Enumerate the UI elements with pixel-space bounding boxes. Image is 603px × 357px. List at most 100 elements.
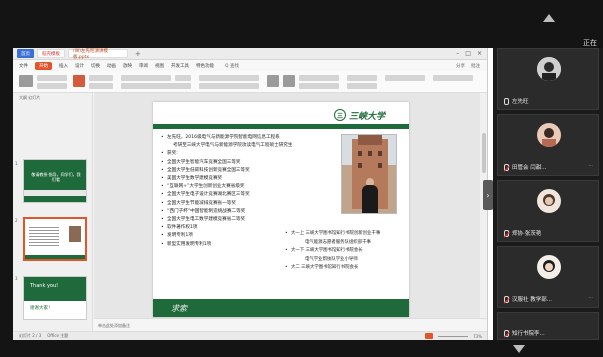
clipboard-tools[interactable] xyxy=(37,75,67,81)
slide-scrollbar[interactable] xyxy=(480,93,487,331)
font-size-select[interactable] xyxy=(175,75,191,81)
slide-canvas: 三 三峡大学 左先旺，2016级电气与新能源学院智能电网信息工程系 考研至三峡大… xyxy=(94,93,487,331)
shapes-icon[interactable] xyxy=(283,75,295,87)
shared-screen: 首页 稻壳模板 (ⅡⅡ)左先旺演讲模板.pptx + – □ × 文件 开始 插… xyxy=(13,48,488,340)
left-gutter xyxy=(0,48,13,340)
speaker-photo[interactable] xyxy=(341,134,397,214)
participant-tile[interactable]: 知行书院李... xyxy=(497,312,599,340)
menu-search[interactable]: Q 查找 xyxy=(225,63,239,69)
font-family-select[interactable] xyxy=(121,75,171,81)
list-item: 电气能源志愿者服务队组织部干事 xyxy=(305,239,371,245)
layout-dropdown[interactable] xyxy=(89,75,113,81)
list-item: 大一下 三峡大学图书馆知行书院会长 xyxy=(285,247,405,256)
participant-tile[interactable]: 郑协·张茨艳 xyxy=(497,180,599,242)
menu-review[interactable]: 审阅 xyxy=(139,63,148,69)
list-item: 获奖: xyxy=(161,150,336,158)
thumb-title: Thank you! xyxy=(30,283,59,289)
arrange-tools[interactable] xyxy=(299,75,339,81)
menu-tools[interactable]: 开发工具 xyxy=(171,63,189,69)
meeting-top-bar xyxy=(0,0,603,48)
footer-motto: 求索 xyxy=(171,304,187,313)
thumb-title: 敬请教授·指导，同学们，我们看 xyxy=(31,172,81,182)
menu-slideshow[interactable]: 放映 xyxy=(123,63,132,69)
share-button[interactable]: 分享 xyxy=(456,63,465,69)
minimize-icon[interactable]: – xyxy=(456,50,459,57)
find-replace[interactable] xyxy=(347,75,377,81)
select-tools[interactable] xyxy=(347,83,377,89)
slide-thumbnail-1[interactable]: 敬请教授·指导，同学们，我们看 xyxy=(23,159,87,203)
reset-button[interactable] xyxy=(89,83,113,89)
extra-tools[interactable] xyxy=(385,75,425,81)
mic-muted-icon xyxy=(504,163,509,171)
thumb-number: 2 xyxy=(15,218,18,223)
university-logo: 三 三峡大学 xyxy=(334,108,396,122)
zoom-level[interactable]: 73% xyxy=(473,334,482,339)
new-slide-icon[interactable] xyxy=(73,75,85,87)
list-item: 美国大学生数学建模竞赛奖 xyxy=(161,175,336,183)
footer-band xyxy=(153,299,409,317)
tab-home[interactable]: 首页 xyxy=(17,49,34,58)
participant-avatar xyxy=(537,57,561,81)
slide-thumbnail-panel: 大纲 幻灯片 1 敬请教授·指导，同学们，我们看 2 3 Thank you! … xyxy=(13,93,93,331)
menu-start[interactable]: 开始 xyxy=(35,61,52,70)
current-slide[interactable]: 三 三峡大学 左先旺，2016级电气与新能源学院智能电网信息工程系 考研至三峡大… xyxy=(153,102,409,317)
comment-button[interactable]: 批注 xyxy=(471,63,480,69)
tab-document[interactable]: (ⅡⅡ)左先旺演讲模板.pptx xyxy=(68,49,128,60)
status-bar: 幻灯片 2 / 3 Office 主题 73% xyxy=(13,331,487,340)
panel-header[interactable]: 大纲 幻灯片 xyxy=(13,93,93,102)
maximize-icon[interactable]: □ xyxy=(465,50,471,57)
list-item: 全国大学生电子设计竞赛湖北赛区三等奖 xyxy=(161,191,336,199)
format-painter[interactable] xyxy=(37,83,67,89)
slide-thumbnail-2[interactable] xyxy=(23,217,87,261)
play-slideshow-icon[interactable] xyxy=(425,333,434,339)
list-item: 全国大学生低碳科技创新竞赛全国三等奖 xyxy=(161,167,336,175)
slide-thumbnail-3[interactable]: Thank you! 谢谢大家！ xyxy=(23,276,87,320)
more-icon[interactable]: ··· xyxy=(588,163,593,169)
alignment-tools[interactable] xyxy=(199,83,259,89)
participant-name: 汉服社 教学部... xyxy=(512,297,552,303)
participant-name: 知行书院李... xyxy=(512,331,545,337)
collapse-panel-handle[interactable]: › xyxy=(483,180,493,210)
scrollbar-thumb[interactable] xyxy=(482,133,486,173)
participant-tile[interactable]: 汉服社 教学部... ··· xyxy=(497,246,599,308)
ribbon-toolbar xyxy=(13,71,487,93)
thumb-number: 1 xyxy=(15,161,18,166)
new-tab-button[interactable]: + xyxy=(131,49,145,58)
participant-tile[interactable]: 左先旺 xyxy=(497,48,599,110)
menu-transition[interactable]: 切换 xyxy=(91,63,100,69)
close-icon[interactable]: × xyxy=(477,50,482,57)
collapse-up-icon[interactable] xyxy=(543,14,555,22)
list-item: 左先旺，2016级电气与新能源学院智能电网信息工程系 xyxy=(161,134,336,142)
mic-muted-icon xyxy=(504,229,509,237)
menu-insert[interactable]: 插入 xyxy=(59,63,68,69)
tab-docer[interactable]: 稻壳模板 xyxy=(37,49,65,58)
participant-name: 左先旺 xyxy=(512,99,529,105)
scroll-down-icon[interactable] xyxy=(513,345,525,353)
menu-file[interactable]: 文件 xyxy=(19,63,28,69)
font-style-tools[interactable] xyxy=(121,83,191,89)
menu-design[interactable]: 设计 xyxy=(75,63,84,69)
list-item: 电气学业帮扶队学业小导师 xyxy=(305,256,358,262)
mic-muted-icon xyxy=(504,329,509,337)
textbox-icon[interactable] xyxy=(267,75,279,87)
list-item: 全国大学生电工数学建模竞赛省二等奖 xyxy=(161,216,336,224)
more-icon[interactable]: ··· xyxy=(588,295,593,301)
menu-view[interactable]: 视图 xyxy=(155,63,164,69)
paste-icon[interactable] xyxy=(19,75,33,87)
list-item: “西门子杯”中国智能制造挑战赛二等奖 xyxy=(161,208,336,216)
positions-list[interactable]: 大一上 三峡大学图书馆知行书院创新创业干事 电气能源志愿者服务队组织部干事 大一… xyxy=(285,230,405,273)
outline-tools[interactable] xyxy=(299,83,339,89)
logo-text: 三峡大学 xyxy=(349,111,386,122)
mic-icon xyxy=(504,97,509,105)
meeting-window: 正在 首页 稻壳模板 (ⅡⅡ)左先旺演讲模板.pptx + – □ × 文件 开… xyxy=(0,0,603,357)
participant-avatar xyxy=(537,123,561,147)
menu-animation[interactable]: 动画 xyxy=(107,63,116,69)
zoom-slider[interactable] xyxy=(438,335,469,337)
help-tools[interactable] xyxy=(433,75,473,81)
menu-bar: 文件 开始 插入 设计 切换 动画 放映 审阅 视图 开发工具 特色功能 Q 查… xyxy=(13,60,487,71)
menu-features[interactable]: 特色功能 xyxy=(196,63,214,69)
list-item: 全国大学生智能汽车竞赛全国三等奖 xyxy=(161,159,336,167)
paragraph-tools[interactable] xyxy=(199,75,259,81)
participant-tile[interactable]: 田管会 闫甜... ··· xyxy=(497,114,599,176)
notes-input[interactable]: 单击此处添加备注 xyxy=(94,318,487,331)
